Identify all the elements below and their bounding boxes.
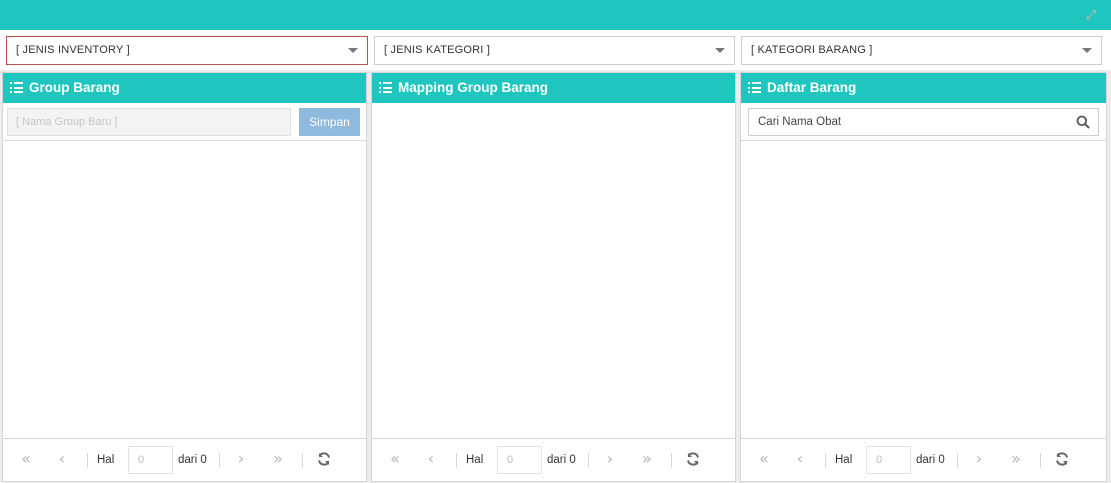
search-icon[interactable]	[1076, 115, 1090, 129]
group-barang-header: Group Barang	[3, 73, 366, 103]
divider	[825, 453, 826, 468]
next-page-icon[interactable]: ›	[601, 451, 619, 468]
group-barang-toolbar: Simpan	[3, 103, 366, 141]
kategori-barang-value: [ KATEGORI BARANG ]	[751, 44, 873, 56]
mapping-group-barang-header: Mapping Group Barang	[372, 73, 735, 103]
page-label: Hal	[466, 454, 484, 466]
divider	[87, 453, 88, 468]
pager: « ‹ Hal dari 0 › »	[372, 438, 735, 481]
divider	[219, 453, 220, 468]
list-icon	[748, 82, 761, 93]
prev-page-icon[interactable]: ‹	[422, 451, 440, 468]
daftar-barang-header: Daftar Barang	[741, 73, 1106, 103]
prev-page-icon[interactable]: ‹	[791, 451, 809, 468]
page-number-input[interactable]	[866, 446, 911, 474]
chevron-down-icon	[715, 48, 725, 53]
mapping-group-barang-panel: Mapping Group Barang « ‹ Hal dari 0 › »	[371, 72, 736, 482]
refresh-icon[interactable]	[1054, 451, 1070, 467]
page-number-input[interactable]	[497, 446, 542, 474]
top-bar: ⤢	[0, 0, 1111, 30]
prev-page-icon[interactable]: ‹	[53, 451, 71, 468]
divider	[671, 453, 672, 468]
save-button[interactable]: Simpan	[299, 108, 360, 136]
jenis-inventory-value: [ JENIS INVENTORY ]	[16, 44, 130, 56]
kategori-barang-select[interactable]: [ KATEGORI BARANG ]	[741, 36, 1102, 65]
pager: « ‹ Hal dari 0 › »	[741, 438, 1106, 481]
list-icon	[379, 82, 392, 93]
next-page-icon[interactable]: ›	[970, 451, 988, 468]
group-barang-panel: Group Barang Simpan « ‹ Hal dari 0 › »	[2, 72, 367, 482]
page-label: Hal	[97, 454, 115, 466]
last-page-icon[interactable]: »	[1007, 451, 1025, 468]
search-input[interactable]	[749, 109, 1059, 135]
divider	[302, 453, 303, 468]
first-page-icon[interactable]: «	[755, 451, 773, 468]
page-total-label: dari 0	[178, 454, 207, 466]
first-page-icon[interactable]: «	[17, 451, 35, 468]
next-page-icon[interactable]: ›	[232, 451, 250, 468]
refresh-icon[interactable]	[685, 451, 701, 467]
chevron-down-icon	[348, 48, 358, 53]
daftar-barang-title: Daftar Barang	[767, 80, 857, 95]
list-icon	[10, 82, 23, 93]
search-box	[748, 108, 1099, 136]
daftar-barang-panel: Daftar Barang « ‹ Hal dari 0 › »	[740, 72, 1107, 482]
jenis-inventory-select[interactable]: [ JENIS INVENTORY ]	[6, 36, 368, 65]
page-label: Hal	[835, 454, 853, 466]
filter-row: [ JENIS INVENTORY ] [ JENIS KATEGORI ] […	[0, 30, 1111, 70]
divider	[588, 453, 589, 468]
last-page-icon[interactable]: »	[269, 451, 287, 468]
mapping-group-barang-title: Mapping Group Barang	[398, 80, 548, 95]
refresh-icon[interactable]	[316, 451, 332, 467]
divider	[456, 453, 457, 468]
divider	[1040, 453, 1041, 468]
jenis-kategori-value: [ JENIS KATEGORI ]	[384, 44, 491, 56]
page-number-input[interactable]	[128, 446, 173, 474]
page-total-label: dari 0	[916, 454, 945, 466]
page-total-label: dari 0	[547, 454, 576, 466]
daftar-barang-toolbar	[741, 103, 1106, 141]
first-page-icon[interactable]: «	[386, 451, 404, 468]
jenis-kategori-select[interactable]: [ JENIS KATEGORI ]	[374, 36, 735, 65]
pager: « ‹ Hal dari 0 › »	[3, 438, 366, 481]
chevron-down-icon	[1082, 48, 1092, 53]
expand-icon[interactable]: ⤢	[1083, 7, 1099, 23]
last-page-icon[interactable]: »	[638, 451, 656, 468]
divider	[957, 453, 958, 468]
group-barang-title: Group Barang	[29, 80, 120, 95]
group-name-input[interactable]	[7, 108, 291, 136]
